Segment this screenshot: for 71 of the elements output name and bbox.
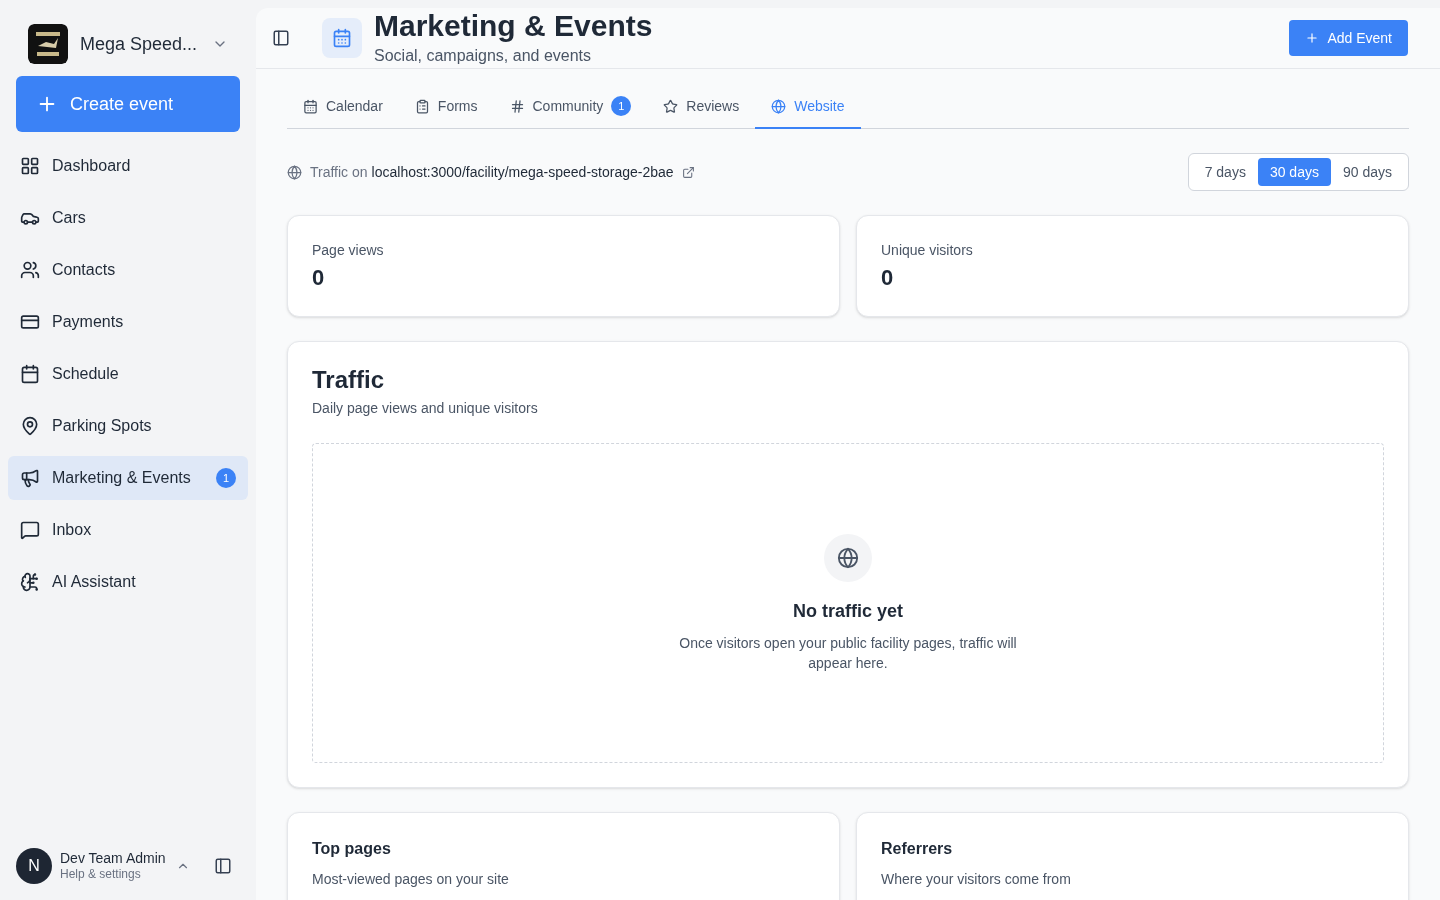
brain-icon (20, 572, 40, 592)
nav-item[interactable]: Parking Spots (8, 404, 248, 448)
plus-icon (1305, 31, 1320, 45)
nav-item[interactable]: Payments (8, 300, 248, 344)
tab[interactable]: Website (755, 85, 861, 129)
card-subtitle: Where your visitors come from (881, 870, 1072, 889)
nav-item[interactable]: Schedule (8, 352, 248, 396)
create-event-button[interactable]: Create event (16, 76, 240, 132)
range-option[interactable]: 30 days (1257, 158, 1331, 186)
stat-value: 0 (881, 264, 895, 292)
nav-item[interactable]: Contacts (8, 248, 248, 292)
grid-icon (20, 156, 40, 176)
card-subtitle: Most-viewed pages on your site (312, 870, 510, 889)
nav-label: Schedule (52, 364, 120, 384)
nav-label: AI Assistant (52, 572, 137, 592)
nav-label: Dashboard (52, 156, 132, 176)
nav-label: Inbox (52, 520, 93, 540)
page-subtitle: Social, campaigns, and events (374, 46, 592, 66)
card-title: Referrers (881, 839, 954, 859)
nav-label: Contacts (52, 260, 117, 280)
tab[interactable]: Forms (398, 85, 494, 129)
nav-item[interactable]: AI Assistant (8, 560, 248, 604)
site-link[interactable]: localhost:3000/facility/mega-speed-storage-2bae (371, 161, 674, 183)
stat-value: 0 (312, 264, 326, 292)
tab[interactable]: Calendar (287, 85, 399, 129)
stat-label: Unique visitors (881, 241, 974, 260)
pin-icon (20, 416, 40, 436)
nav-item[interactable]: Inbox (8, 508, 248, 552)
chat-icon (20, 520, 40, 540)
users-icon (20, 260, 40, 280)
card-subtitle: Daily page views and unique visitors (312, 399, 539, 418)
globe-icon (771, 98, 787, 114)
globe-icon (824, 533, 872, 582)
nav-item[interactable]: Cars (8, 196, 248, 240)
calendar-icon (20, 364, 40, 384)
range-option[interactable]: 7 days (1192, 158, 1258, 186)
nav-label: Cars (52, 208, 87, 228)
globe-icon (287, 164, 302, 180)
tab[interactable]: Reviews (647, 85, 756, 129)
header-icon (322, 18, 362, 58)
nav-label: Payments (52, 312, 125, 332)
nav-label: Parking Spots (52, 416, 153, 436)
workspace-name[interactable]: Mega Speed... (80, 30, 200, 58)
external-link-icon[interactable] (681, 165, 695, 179)
clipboard-icon (414, 98, 430, 114)
page-title: Marketing & Events (374, 8, 653, 44)
range-option[interactable]: 90 days (1330, 158, 1404, 186)
user-avatar[interactable]: N (16, 848, 52, 884)
sidebar-toggle-icon[interactable] (214, 857, 232, 875)
nav-item[interactable]: Marketing & Events 1 (8, 456, 248, 500)
stat-label: Page views (312, 241, 385, 260)
empty-text: Once visitors open your public facility pages, traffic will appear here. (678, 633, 1018, 673)
user-name: Dev Team Admin (60, 849, 166, 868)
star-icon (663, 98, 679, 114)
traffic-prefix: Traffic on (310, 162, 368, 182)
card-icon (20, 312, 40, 332)
hash-icon (509, 98, 525, 114)
sidebar-toggle-icon[interactable] (272, 29, 290, 47)
nav-label: Marketing & Events (52, 468, 192, 488)
add-event-button[interactable]: Add Event (1289, 20, 1408, 56)
megaphone-icon (20, 468, 40, 488)
empty-title: No traffic yet (793, 599, 903, 623)
calendar-icon (303, 98, 318, 114)
user-subtitle: Help & settings (60, 867, 142, 883)
card-title: Traffic (312, 366, 386, 394)
nav-item[interactable]: Dashboard (8, 144, 248, 188)
logo-icon (28, 24, 68, 64)
tab-count: 1 (611, 96, 632, 116)
card-title: Top pages (312, 839, 392, 859)
nav-count: 1 (216, 468, 236, 488)
tab[interactable]: Community 1 (493, 85, 648, 129)
